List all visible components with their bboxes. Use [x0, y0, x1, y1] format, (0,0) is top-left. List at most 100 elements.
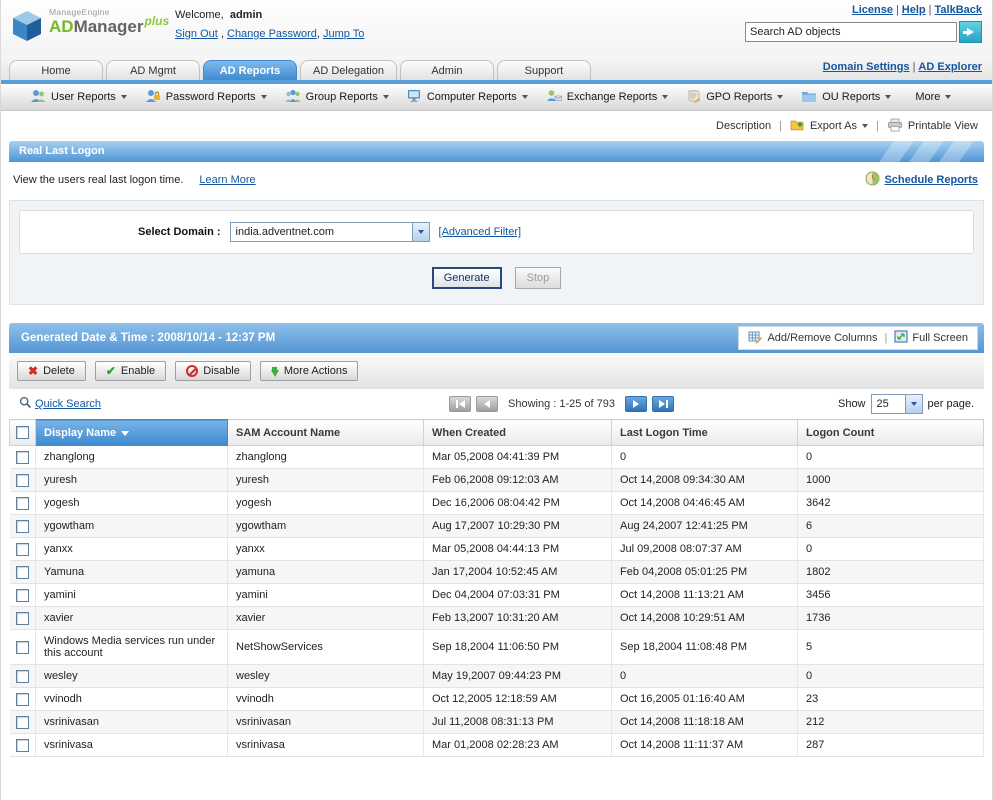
menu-exchange-reports[interactable]: Exchange Reports: [537, 89, 678, 106]
row-checkbox[interactable]: [16, 566, 29, 579]
next-page-button[interactable]: [625, 396, 647, 412]
tab-home[interactable]: Home: [9, 60, 103, 80]
row-checkbox[interactable]: [16, 451, 29, 464]
column-label: When Created: [432, 427, 506, 439]
tab-admin[interactable]: Admin: [400, 60, 494, 80]
menu-user-reports[interactable]: User Reports: [21, 89, 136, 106]
domain-settings-link[interactable]: Domain Settings: [823, 61, 910, 73]
delete-button[interactable]: ✖Delete: [17, 361, 86, 381]
column-header-when-created[interactable]: When Created: [424, 420, 612, 446]
ad-explorer-link[interactable]: AD Explorer: [918, 61, 982, 73]
license-link[interactable]: License: [852, 4, 893, 16]
cell-display: yanxx: [36, 538, 228, 561]
row-checkbox[interactable]: [16, 589, 29, 602]
top-header: ManageEngine ADManagerplus Welcome, admi…: [1, 0, 992, 56]
chevron-down-icon: [777, 95, 783, 99]
separator: |: [913, 61, 916, 73]
select-dropdown-button[interactable]: [905, 395, 922, 413]
row-checkbox[interactable]: [16, 520, 29, 533]
add-remove-columns-button[interactable]: Add/Remove Columns: [748, 330, 877, 347]
menu-password-reports[interactable]: Password Reports: [136, 89, 276, 106]
search-icon: [19, 396, 32, 412]
brand-main-label: ADManagerplus: [49, 18, 168, 35]
row-checkbox[interactable]: [16, 612, 29, 625]
quick-search-link[interactable]: Quick Search: [35, 398, 101, 410]
first-page-button[interactable]: [449, 396, 471, 412]
change-password-link[interactable]: Change Password: [227, 28, 317, 40]
full-screen-button[interactable]: Full Screen: [894, 330, 968, 346]
row-checkbox[interactable]: [16, 641, 29, 654]
table-header-row: Display Name SAM Account Name When Creat…: [10, 420, 984, 446]
column-label: Display Name: [44, 427, 116, 439]
generate-button[interactable]: Generate: [432, 267, 502, 289]
schedule-reports-link[interactable]: Schedule Reports: [884, 174, 978, 186]
description-button[interactable]: Description: [716, 120, 771, 132]
menu-computer-reports[interactable]: Computer Reports: [398, 89, 537, 106]
row-checkbox-cell: [10, 469, 36, 492]
per-page-label: per page.: [928, 398, 974, 410]
first-page-icon: [456, 400, 458, 408]
table-row: yureshyureshFeb 06,2008 09:12:03 AMOct 1…: [10, 469, 984, 492]
report-table: Display Name SAM Account Name When Creat…: [9, 419, 984, 757]
session-links: Sign Out , Change Password, Jump To: [175, 28, 364, 40]
cell-created: Jan 17,2004 10:52:45 AM: [424, 561, 612, 584]
menu-group-reports[interactable]: Group Reports: [276, 89, 398, 106]
cell-display: ygowtham: [36, 515, 228, 538]
row-checkbox[interactable]: [16, 543, 29, 556]
domain-select[interactable]: india.adventnet.com: [230, 222, 430, 242]
learn-more-link[interactable]: Learn More: [199, 174, 255, 186]
disable-button[interactable]: Disable: [175, 361, 251, 381]
select-dropdown-button[interactable]: [412, 223, 429, 241]
column-header-logon-count[interactable]: Logon Count: [798, 420, 984, 446]
menu-ou-reports[interactable]: OU Reports: [792, 89, 900, 105]
search-go-button[interactable]: [959, 21, 982, 43]
cell-created: Dec 04,2004 07:03:31 PM: [424, 584, 612, 607]
row-checkbox-cell: [10, 711, 36, 734]
more-actions-button[interactable]: More Actions: [260, 361, 359, 381]
page-size-select[interactable]: 25: [871, 394, 923, 414]
column-header-display-name[interactable]: Display Name: [36, 420, 228, 446]
schedule-reports[interactable]: Schedule Reports: [865, 171, 978, 189]
menu-more[interactable]: More: [906, 91, 960, 103]
select-all-header: [10, 420, 36, 446]
menu-gpo-reports[interactable]: GPO Reports: [677, 89, 792, 106]
row-checkbox[interactable]: [16, 739, 29, 752]
cell-created: May 19,2007 09:44:23 PM: [424, 665, 612, 688]
jump-to-link[interactable]: Jump To: [323, 28, 364, 40]
column-header-sam-account-name[interactable]: SAM Account Name: [228, 420, 424, 446]
previous-page-button[interactable]: [476, 396, 498, 412]
menu-label: More: [915, 91, 940, 103]
printable-view-button[interactable]: Printable View: [887, 118, 978, 135]
chevron-down-icon: [383, 95, 389, 99]
quick-search[interactable]: Quick Search: [19, 396, 101, 412]
help-link[interactable]: Help: [902, 4, 926, 16]
export-as-label: Export As: [810, 120, 857, 132]
tab-ad-reports[interactable]: AD Reports: [203, 60, 297, 80]
advanced-filter-link[interactable]: [Advanced Filter]: [439, 226, 522, 238]
row-checkbox[interactable]: [16, 474, 29, 487]
cell-last: Oct 14,2008 11:13:21 AM: [612, 584, 798, 607]
select-all-checkbox[interactable]: [16, 426, 29, 439]
talkback-link[interactable]: TalkBack: [935, 4, 983, 16]
domain-select-value: india.adventnet.com: [236, 226, 408, 238]
export-as-button[interactable]: Export As: [790, 118, 868, 135]
row-checkbox[interactable]: [16, 670, 29, 683]
cell-created: Mar 05,2008 04:44:13 PM: [424, 538, 612, 561]
sort-descending-icon: [121, 431, 129, 436]
last-page-button[interactable]: [652, 396, 674, 412]
tab-support[interactable]: Support: [497, 60, 591, 80]
search-ad-objects-input[interactable]: [745, 22, 957, 42]
row-checkbox[interactable]: [16, 497, 29, 510]
sign-out-link[interactable]: Sign Out: [175, 28, 218, 40]
row-checkbox[interactable]: [16, 693, 29, 706]
row-checkbox[interactable]: [16, 716, 29, 729]
spacer: [1, 305, 992, 323]
tab-ad-delegation[interactable]: AD Delegation: [300, 60, 397, 80]
enable-button[interactable]: ✔Enable: [95, 361, 166, 381]
column-header-last-logon-time[interactable]: Last Logon Time: [612, 420, 798, 446]
cell-display: vsrinivasan: [36, 711, 228, 734]
tab-ad-mgmt[interactable]: AD Mgmt: [106, 60, 200, 80]
row-checkbox-cell: [10, 446, 36, 469]
chevron-down-icon: [911, 402, 917, 406]
description-label: Description: [716, 120, 771, 132]
